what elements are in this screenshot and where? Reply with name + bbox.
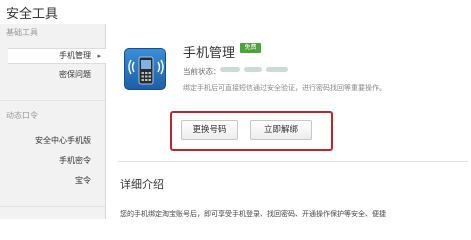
- card-description: 绑定手机后可直接短信通过安全验证，进行密码找回等重要操作。: [183, 84, 386, 92]
- mobile-phone-icon: [124, 48, 166, 90]
- sidebar: 基础工具 手机管理 ▸ 密保问题 动态口令 安全中心手机版 手机密令 宝令: [0, 24, 106, 219]
- sidebar-item-security-questions[interactable]: 密保问题: [9, 68, 105, 82]
- page-title: 安全工具: [6, 7, 59, 22]
- sidebar-item-phone-token[interactable]: 手机密令: [9, 154, 105, 168]
- sidebar-item-baoling[interactable]: 宝令: [9, 174, 105, 188]
- chevron-right-icon: ▸: [97, 52, 101, 60]
- sidebar-divider: [0, 100, 105, 101]
- change-number-button[interactable]: 更换号码: [181, 120, 238, 140]
- status-label: 当前状态：: [183, 67, 221, 76]
- sidebar-item-label: 宝令: [75, 176, 91, 185]
- unbind-now-button[interactable]: 立即解绑: [250, 120, 312, 140]
- sidebar-item-security-center-mobile[interactable]: 安全中心手机版: [9, 134, 105, 148]
- sidebar-item-label: 手机密令: [59, 156, 91, 165]
- free-badge: 免费: [240, 43, 261, 53]
- sidebar-item-phone-management[interactable]: 手机管理 ▸: [8, 48, 106, 64]
- sidebar-item-label: 密保问题: [59, 70, 91, 79]
- main-content: 手机管理 免费 当前状态： 绑定手机后可直接短信通过安全验证，进行密码找回等重要…: [107, 24, 471, 219]
- card-title: 手机管理: [183, 46, 236, 61]
- details-text: 您的手机绑定淘宝账号后，即可享受手机登录、找回密码、开通操作保护等安全、便捷: [120, 210, 386, 218]
- sidebar-section-title-basic: 基础工具: [6, 28, 38, 37]
- sidebar-item-label: 安全中心手机版: [35, 136, 91, 145]
- status-value-blurred: [220, 64, 290, 75]
- section-divider: [118, 161, 468, 162]
- sidebar-divider: [0, 206, 105, 207]
- sidebar-item-label: 手机管理: [59, 51, 91, 60]
- sidebar-section-title-dynamic: 动态口令: [6, 111, 38, 120]
- details-title: 详细介绍: [120, 178, 164, 191]
